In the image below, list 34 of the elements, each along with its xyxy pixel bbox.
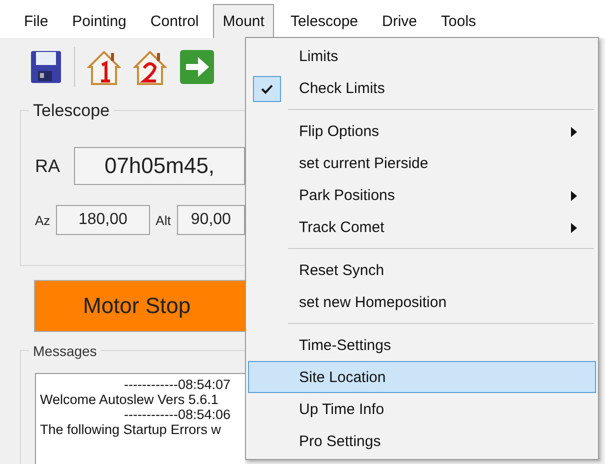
ra-field: 07h05m45, [74,147,245,185]
log-line: ------------08:54:07 [123,377,232,392]
menu-item[interactable]: set new Homeposition [248,286,596,318]
menu-item[interactable]: set current Pierside [248,147,596,179]
alt-field: 90,00 [176,205,245,235]
az-field: 180,00 [56,205,150,235]
house-icon[interactable] [133,49,167,85]
menu-item[interactable]: Track Comet [248,211,596,243]
group-title: Messages [29,343,101,359]
menu-item[interactable]: Check Limits [248,72,596,104]
house-icon[interactable] [87,49,121,85]
log-line: ------------08:54:06 [123,407,232,422]
menu-item[interactable]: Up Time Info [248,393,596,425]
menu-item[interactable]: Reset Synch [248,254,596,286]
menu-item[interactable]: Time-Settings [248,329,596,361]
menu-item[interactable]: Limits [248,40,596,72]
menu-item[interactable]: Site Location [248,361,596,393]
log-line: The following Startup Errors w [39,422,222,437]
ra-label: RA [35,156,60,176]
log-line: Welcome Autoslew Vers 5.6.1 [39,392,220,407]
menu-title[interactable]: Mount [212,4,274,38]
alt-label: Alt [156,212,171,228]
menu-title[interactable]: Pointing [62,4,136,38]
menu-title[interactable]: Drive [372,4,428,38]
motor-stop-button[interactable]: Motor Stop [34,280,245,332]
group-title: Telescope [29,101,114,121]
menu-title[interactable]: Control [140,4,209,38]
menu-title[interactable]: File [14,4,58,38]
menu-item[interactable]: Flip Options [248,115,596,147]
menu-item[interactable]: Park Positions [248,179,596,211]
menu-title[interactable]: Telescope [280,4,368,38]
az-label: Az [35,212,50,228]
menu-title[interactable]: Tools [431,4,486,38]
menu-item[interactable]: Pro Settings [248,425,596,457]
